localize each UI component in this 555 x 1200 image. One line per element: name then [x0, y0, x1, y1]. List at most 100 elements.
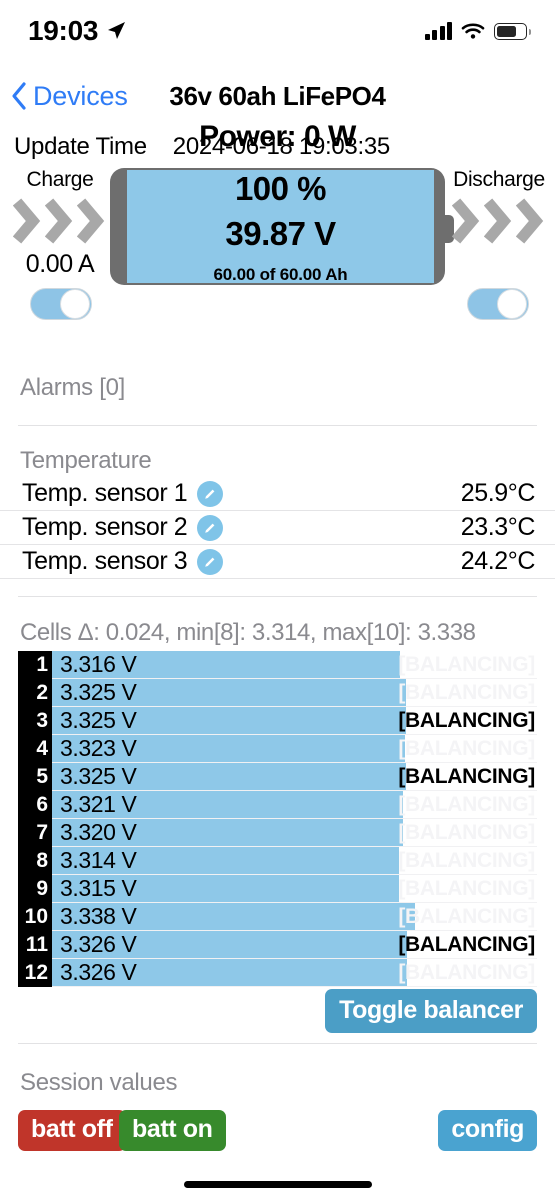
cell-balancing-status: [BALANCING]	[398, 961, 535, 984]
cell-balancing-status: [BALANCING]	[398, 849, 535, 872]
alarms-header: Alarms [0]	[20, 374, 126, 401]
cell-index: 12	[18, 958, 52, 987]
battery-graphic: 100 % 39.87 V 60.00 of 60.00 Ah	[110, 168, 454, 285]
cellular-signal-icon	[424, 22, 452, 40]
edit-pencil-icon[interactable]	[197, 514, 224, 541]
cell-row[interactable]: 8 3.314 V [BALANCING]	[18, 846, 537, 875]
home-indicator	[183, 1181, 372, 1188]
cell-row[interactable]: 11 3.326 V [BALANCING]	[18, 930, 537, 959]
cell-voltage-list: 1 3.316 V [BALANCING] 2 3.325 V [BALANCING] 3 3…	[18, 650, 537, 987]
cell-balancing-status: [BALANCING]	[398, 793, 535, 816]
cell-row[interactable]: 1 3.316 V [BALANCING]	[18, 650, 537, 679]
cell-index: 5	[18, 762, 52, 791]
pack-voltage: 39.87 V	[225, 215, 336, 252]
cell-balancing-status: [BALANCING]	[398, 877, 535, 900]
toggle-balancer-button[interactable]: Toggle balancer	[325, 989, 537, 1033]
cell-index: 4	[18, 734, 52, 763]
wifi-icon	[461, 23, 485, 39]
temp-sensor-value: 24.2°C	[460, 547, 536, 575]
state-of-charge-percent: 100 %	[234, 170, 327, 207]
cell-balancing-status: [BALANCING]	[398, 821, 535, 844]
temp-sensor-label: Temp. sensor 2	[22, 513, 188, 541]
battery-icon	[494, 22, 531, 40]
cell-row[interactable]: 9 3.315 V [BALANCING]	[18, 874, 537, 903]
divider	[18, 425, 537, 426]
cell-index: 2	[18, 678, 52, 707]
cell-voltage-value: 3.320 V	[60, 819, 137, 845]
cell-index: 11	[18, 930, 52, 959]
cell-row[interactable]: 4 3.323 V [BALANCING]	[18, 734, 537, 763]
cell-index: 6	[18, 790, 52, 819]
cell-balancing-status: [BALANCING]	[398, 737, 535, 760]
discharge-label: Discharge	[453, 168, 545, 191]
config-button[interactable]: config	[438, 1110, 537, 1151]
table-row[interactable]: Temp. sensor 1 25.9°C	[0, 477, 555, 511]
cell-index: 3	[18, 706, 52, 735]
charge-current-value: 0.00 A	[25, 250, 95, 278]
divider	[18, 596, 537, 597]
cell-voltage-value: 3.316 V	[60, 651, 137, 677]
temperature-list: Temp. sensor 1 25.9°C Temp. sensor 2 23.…	[0, 477, 555, 579]
temp-sensor-value: 23.3°C	[460, 513, 536, 541]
temp-sensor-value: 25.9°C	[460, 479, 536, 507]
cell-voltage-value: 3.338 V	[60, 903, 137, 929]
temperature-header: Temperature	[20, 447, 152, 474]
cell-index: 1	[18, 650, 52, 679]
status-bar-right	[424, 22, 531, 40]
charge-label: Charge	[26, 168, 94, 191]
discharge-enable-toggle[interactable]	[467, 288, 529, 320]
cell-voltage-value: 3.325 V	[60, 707, 137, 733]
cell-balancing-status: [BALANCING]	[398, 653, 535, 676]
cell-index: 10	[18, 902, 52, 931]
edit-pencil-icon[interactable]	[197, 480, 224, 507]
cell-voltage-value: 3.315 V	[60, 875, 137, 901]
cell-balancing-status: [BALANCING]	[398, 765, 535, 788]
cell-row[interactable]: 2 3.325 V [BALANCING]	[18, 678, 537, 707]
cell-row[interactable]: 3 3.325 V [BALANCING]	[18, 706, 537, 735]
discharge-arrows-icon	[443, 198, 555, 244]
session-values-header: Session values	[20, 1069, 178, 1096]
cell-voltage-value: 3.314 V	[60, 847, 137, 873]
batt-off-button[interactable]: batt off	[18, 1110, 126, 1151]
location-arrow-icon	[108, 22, 126, 39]
edit-pencil-icon[interactable]	[197, 548, 224, 575]
cell-balancing-status: [BALANCING]	[398, 905, 535, 928]
table-row[interactable]: Temp. sensor 2 23.3°C	[0, 511, 555, 545]
toggle-knob	[60, 289, 90, 319]
charge-arrows-icon	[4, 198, 116, 244]
power-readout: Power: 0 W	[199, 120, 356, 153]
cell-row[interactable]: 6 3.321 V [BALANCING]	[18, 790, 537, 819]
chevron-left-icon	[12, 82, 26, 110]
back-label: Devices	[33, 80, 128, 111]
back-to-devices-button[interactable]: Devices	[10, 81, 128, 112]
cell-balancing-status: [BALANCING]	[398, 933, 535, 956]
table-row[interactable]: Temp. sensor 3 24.2°C	[0, 545, 555, 579]
battery-fill-area: 100 % 39.87 V 60.00 of 60.00 Ah	[127, 170, 434, 284]
cell-row[interactable]: 7 3.320 V [BALANCING]	[18, 818, 537, 847]
divider	[18, 1043, 537, 1044]
cell-index: 9	[18, 874, 52, 903]
capacity-value: 60.00 of 60.00 Ah	[213, 265, 348, 284]
cell-balancing-status: [BALANCING]	[398, 681, 535, 704]
cells-summary: Cells Δ: 0.024, min[8]: 3.314, max[10]: …	[20, 619, 476, 646]
status-bar: 19:03	[0, 0, 555, 62]
cell-index: 8	[18, 846, 52, 875]
charge-section: Charge 0.00 A	[4, 168, 116, 279]
cell-row[interactable]: 5 3.325 V [BALANCING]	[18, 762, 537, 791]
cell-row[interactable]: 12 3.326 V [BALANCING]	[18, 958, 537, 987]
status-bar-left: 19:03	[28, 15, 127, 47]
charge-enable-toggle[interactable]	[30, 288, 92, 320]
cell-voltage-value: 3.323 V	[60, 735, 137, 761]
toggle-knob	[497, 289, 527, 319]
batt-on-button[interactable]: batt on	[119, 1110, 226, 1151]
cell-row[interactable]: 10 3.338 V [BALANCING]	[18, 902, 537, 931]
status-time: 19:03	[28, 15, 99, 46]
cell-voltage-value: 3.326 V	[60, 959, 137, 985]
temp-sensor-label: Temp. sensor 3	[22, 547, 188, 575]
cell-voltage-value: 3.321 V	[60, 791, 137, 817]
temp-sensor-label: Temp. sensor 1	[22, 479, 188, 507]
cell-index: 7	[18, 818, 52, 847]
cell-voltage-value: 3.325 V	[60, 763, 137, 789]
navigation-bar: Devices 36v 60ah LiFePO4	[0, 72, 555, 120]
cell-voltage-value: 3.326 V	[60, 931, 137, 957]
